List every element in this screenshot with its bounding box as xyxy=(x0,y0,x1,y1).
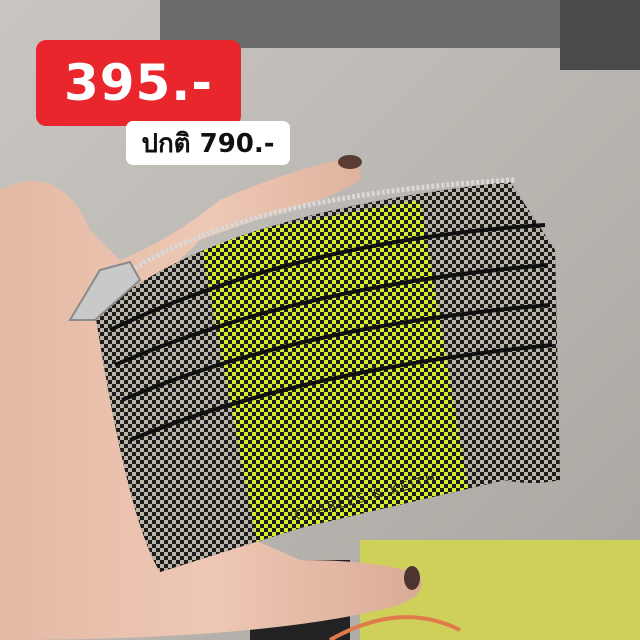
regular-price: ปกติ 790.- xyxy=(141,128,275,159)
regular-price-badge: ปกติ 790.- xyxy=(126,121,290,165)
sale-price: 395.- xyxy=(63,54,214,112)
background-dark-block xyxy=(560,0,640,70)
fingernail xyxy=(404,566,420,590)
fingernail xyxy=(338,155,362,169)
sale-price-badge: 395.- xyxy=(36,40,241,126)
